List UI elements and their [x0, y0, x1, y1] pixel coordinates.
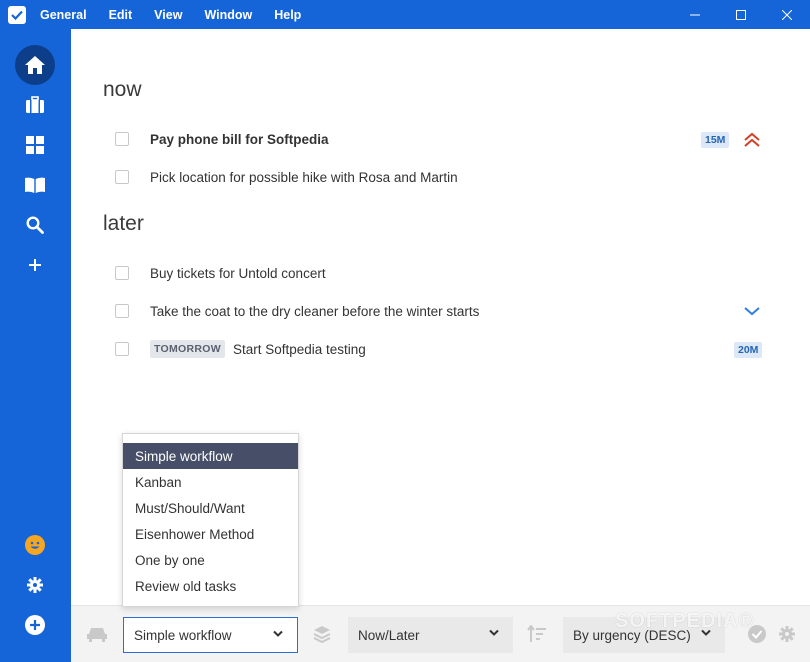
search-icon — [26, 216, 44, 234]
task-checkbox[interactable] — [115, 304, 129, 318]
workflow-option[interactable]: Review old tasks — [123, 573, 298, 599]
search-button[interactable] — [15, 205, 55, 245]
watermark: SOFTPEDIA® — [615, 610, 755, 632]
menu-view[interactable]: View — [154, 8, 182, 22]
maximize-button[interactable] — [718, 0, 764, 29]
close-button[interactable] — [764, 0, 810, 29]
grouping-select-value: Now/Later — [358, 627, 420, 643]
layers-icon — [312, 624, 332, 644]
task-row[interactable]: Buy tickets for Untold concert — [115, 261, 775, 285]
chevron-down-icon — [489, 629, 499, 636]
workflow-select-value: Simple workflow — [134, 627, 232, 643]
workflow-icon — [87, 624, 107, 644]
priority-low-icon — [744, 307, 760, 316]
notes-button[interactable] — [15, 165, 55, 205]
task-checkbox[interactable] — [115, 132, 129, 146]
home-icon — [25, 56, 45, 74]
grouping-select[interactable]: Now/Later — [348, 617, 513, 653]
workflow-select[interactable]: Simple workflow — [123, 617, 298, 653]
gear-icon — [27, 577, 43, 593]
task-checkbox[interactable] — [115, 342, 129, 356]
menu-window[interactable]: Window — [204, 8, 252, 22]
task-row[interactable]: TOMORROW Start Softpedia testing — [115, 337, 775, 361]
settings-button[interactable] — [15, 565, 55, 605]
grid-icon — [26, 136, 44, 154]
menu-edit[interactable]: Edit — [109, 8, 133, 22]
minimize-button[interactable] — [672, 0, 718, 29]
dashboard-button[interactable] — [15, 125, 55, 165]
task-row[interactable]: Pick location for possible hike with Ros… — [115, 165, 775, 189]
projects-button[interactable] — [15, 85, 55, 125]
due-tag: TOMORROW — [150, 340, 225, 358]
sort-icon — [527, 624, 547, 644]
menu-help[interactable]: Help — [274, 8, 301, 22]
title-bar: General Edit View Window Help — [0, 0, 810, 29]
priority-high-icon — [744, 132, 760, 147]
workflow-option[interactable]: Must/Should/Want — [123, 495, 298, 521]
duration-badge: 20M — [734, 342, 763, 358]
workflow-option[interactable]: Simple workflow — [123, 443, 298, 469]
workflow-dropdown-menu: Simple workflow Kanban Must/Should/Want … — [122, 433, 299, 607]
new-task-button[interactable] — [15, 605, 55, 645]
plus-icon — [29, 259, 41, 271]
task-row[interactable]: Pay phone bill for Softpedia — [115, 127, 775, 151]
task-title: Pick location for possible hike with Ros… — [150, 169, 458, 185]
chevron-down-icon — [273, 630, 283, 637]
task-row[interactable]: Take the coat to the dry cleaner before … — [115, 299, 775, 323]
task-title: Pay phone bill for Softpedia — [150, 131, 329, 147]
workflow-option[interactable]: Eisenhower Method — [123, 521, 298, 547]
sidebar — [0, 29, 71, 662]
task-checkbox[interactable] — [115, 170, 129, 184]
book-icon — [25, 177, 45, 193]
menu-general[interactable]: General — [40, 8, 87, 22]
workflow-option[interactable]: Kanban — [123, 469, 298, 495]
section-title-now: now — [103, 78, 142, 101]
task-checkbox[interactable] — [115, 266, 129, 280]
home-button[interactable] — [15, 45, 55, 85]
filter-settings-icon[interactable] — [777, 624, 797, 644]
smiley-icon — [25, 535, 45, 555]
window-controls — [672, 0, 810, 29]
duration-badge: 15M — [701, 132, 730, 148]
task-title: Take the coat to the dry cleaner before … — [150, 303, 480, 319]
workflow-option[interactable]: One by one — [123, 547, 298, 573]
app-logo-icon — [8, 5, 26, 24]
section-title-later: later — [103, 212, 144, 235]
add-circle-icon — [25, 615, 45, 635]
add-button[interactable] — [15, 245, 55, 285]
task-title: Start Softpedia testing — [232, 341, 366, 357]
briefcase-icon — [26, 96, 44, 113]
task-title: Buy tickets for Untold concert — [150, 265, 326, 281]
feedback-button[interactable] — [15, 525, 55, 565]
